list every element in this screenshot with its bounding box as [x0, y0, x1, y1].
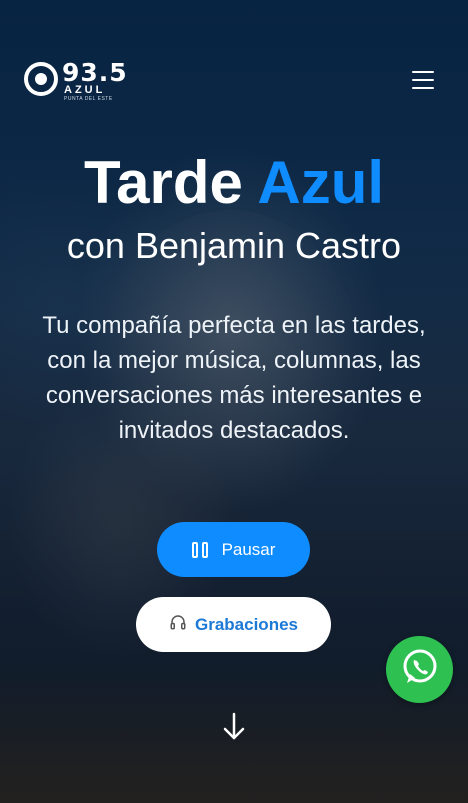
show-description: Tu compañía perfecta en las tardes, con … [42, 312, 426, 444]
logo-tagline: PUNTA DEL ESTE [64, 96, 113, 102]
recordings-button[interactable]: Grabaciones [136, 597, 331, 652]
logo-name: AZUL [64, 84, 106, 96]
site-header: 93.5 AZUL PUNTA DEL ESTE [0, 0, 468, 160]
pause-label: Pausar [221, 539, 276, 559]
title-part1: Tarde [83, 149, 243, 216]
logo-frequency: 93.5 [62, 58, 128, 87]
page-title: Tarde Azul [0, 150, 468, 216]
title-part2: Azul [257, 149, 385, 216]
hamburger-menu-icon[interactable] [408, 68, 438, 92]
pause-icon [191, 541, 208, 558]
pause-button[interactable]: Pausar [157, 522, 310, 577]
headphones-icon [169, 613, 187, 636]
arrow-down-icon[interactable] [221, 712, 247, 742]
whatsapp-button[interactable] [386, 636, 453, 703]
logo-ring-icon [24, 62, 58, 96]
station-logo[interactable]: 93.5 AZUL PUNTA DEL ESTE [24, 58, 136, 102]
whatsapp-icon [400, 647, 440, 692]
recordings-label: Grabaciones [195, 614, 298, 634]
page-subtitle: con Benjamin Castro [66, 225, 402, 266]
